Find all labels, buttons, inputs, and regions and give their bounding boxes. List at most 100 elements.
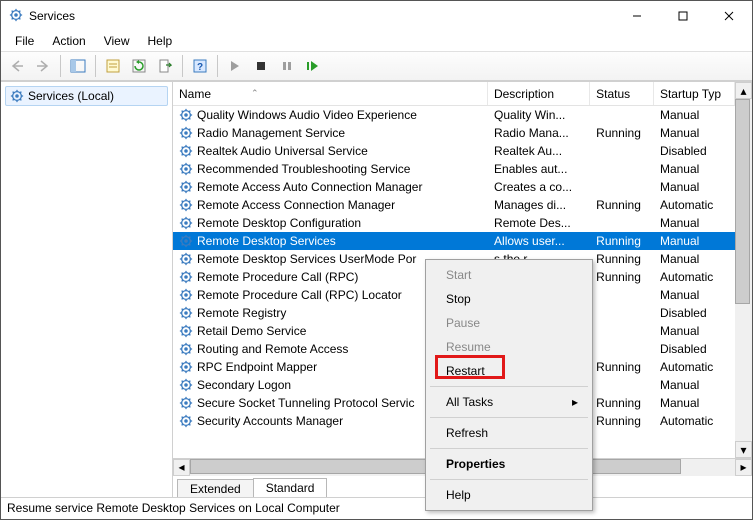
- service-status: Running: [590, 269, 654, 285]
- service-row[interactable]: Quality Windows Audio Video Experience Qu…: [173, 106, 735, 124]
- col-description[interactable]: Description: [488, 82, 590, 105]
- ctx-pause: Pause: [428, 311, 590, 335]
- service-status: Running: [590, 125, 654, 141]
- start-service-button[interactable]: [223, 54, 247, 78]
- menu-action[interactable]: Action: [44, 32, 93, 50]
- services-window: Services File Action View Help ? Service: [0, 0, 753, 520]
- service-startup: Manual: [654, 179, 735, 195]
- service-icon: [179, 108, 193, 122]
- service-icon: [179, 234, 193, 248]
- service-icon: [179, 270, 193, 284]
- scroll-right-arrow[interactable]: ▸: [735, 459, 752, 476]
- show-hide-tree-button[interactable]: [66, 54, 90, 78]
- service-row[interactable]: Remote Access Connection ManagerManages …: [173, 196, 735, 214]
- service-row[interactable]: Recommended Troubleshooting ServiceEnabl…: [173, 160, 735, 178]
- scroll-down-arrow[interactable]: ▾: [735, 441, 752, 458]
- service-startup: Manual: [654, 323, 735, 339]
- service-icon: [179, 180, 193, 194]
- vscroll-thumb[interactable]: [735, 99, 750, 304]
- titlebar[interactable]: Services: [1, 1, 752, 31]
- service-icon: [179, 252, 193, 266]
- col-status[interactable]: Status: [590, 82, 654, 105]
- service-startup: Automatic: [654, 269, 735, 285]
- forward-button[interactable]: [31, 54, 55, 78]
- service-status: [590, 312, 654, 314]
- export-button[interactable]: [153, 54, 177, 78]
- service-description: Remote Des...: [488, 215, 590, 231]
- service-description: Quality Win...: [488, 107, 590, 123]
- minimize-button[interactable]: [614, 1, 660, 31]
- ctx-resume: Resume: [428, 335, 590, 359]
- service-row[interactable]: Remote Desktop ServicesAllows user...Run…: [173, 232, 735, 250]
- stop-service-button[interactable]: [249, 54, 273, 78]
- service-name: Remote Access Auto Connection Manager: [197, 180, 422, 194]
- service-status: [590, 348, 654, 350]
- ctx-restart[interactable]: Restart: [428, 359, 590, 383]
- properties-button[interactable]: [101, 54, 125, 78]
- service-icon: [179, 306, 193, 320]
- col-startup-type[interactable]: Startup Typ: [654, 82, 735, 105]
- help-button[interactable]: ?: [188, 54, 212, 78]
- service-row[interactable]: Radio Management ServiceRadio Mana...Run…: [173, 124, 735, 142]
- list-header[interactable]: Name⌃ Description Status Startup Typ: [173, 82, 735, 106]
- scroll-left-arrow[interactable]: ◂: [173, 459, 190, 476]
- window-title: Services: [29, 9, 75, 23]
- maximize-button[interactable]: [660, 1, 706, 31]
- service-status: [590, 168, 654, 170]
- restart-service-button[interactable]: [301, 54, 325, 78]
- svg-text:?: ?: [197, 62, 203, 73]
- service-name: Remote Procedure Call (RPC) Locator: [197, 288, 402, 302]
- tab-standard[interactable]: Standard: [253, 478, 328, 497]
- submenu-arrow-icon: ▸: [572, 395, 578, 409]
- service-icon: [179, 414, 193, 428]
- pause-service-button[interactable]: [275, 54, 299, 78]
- toolbar: ?: [1, 51, 752, 81]
- service-status: Running: [590, 413, 654, 429]
- menu-help[interactable]: Help: [140, 32, 181, 50]
- ctx-help[interactable]: Help: [428, 483, 590, 507]
- service-row[interactable]: Remote Desktop Configuration Remote Des..…: [173, 214, 735, 232]
- service-row[interactable]: Realtek Audio Universal ServiceRealtek A…: [173, 142, 735, 160]
- service-startup: Manual: [654, 287, 735, 303]
- service-description: Creates a co...: [488, 179, 590, 195]
- close-button[interactable]: [706, 1, 752, 31]
- service-icon: [179, 288, 193, 302]
- service-startup: Automatic: [654, 359, 735, 375]
- back-button[interactable]: [5, 54, 29, 78]
- ctx-stop[interactable]: Stop: [428, 287, 590, 311]
- service-startup: Automatic: [654, 197, 735, 213]
- service-name: RPC Endpoint Mapper: [197, 360, 317, 374]
- service-startup: Automatic: [654, 413, 735, 429]
- ctx-refresh[interactable]: Refresh: [428, 421, 590, 445]
- service-icon: [179, 378, 193, 392]
- service-name: Radio Management Service: [197, 126, 345, 140]
- service-startup: Disabled: [654, 143, 735, 159]
- menu-file[interactable]: File: [7, 32, 42, 50]
- tree-services-local[interactable]: Services (Local): [5, 86, 168, 106]
- ctx-start: Start: [428, 263, 590, 287]
- service-name: Remote Desktop Services: [197, 234, 336, 248]
- menu-view[interactable]: View: [96, 32, 138, 50]
- sort-ascending-icon: ⌃: [251, 88, 259, 99]
- vertical-scrollbar[interactable]: ▴ ▾: [735, 82, 752, 458]
- service-name: Quality Windows Audio Video Experience: [197, 108, 417, 122]
- tab-extended[interactable]: Extended: [177, 479, 254, 497]
- col-name[interactable]: Name⌃: [173, 82, 488, 105]
- service-row[interactable]: Remote Access Auto Connection Manager Cre…: [173, 178, 735, 196]
- service-name: Routing and Remote Access: [197, 342, 348, 356]
- context-menu: Start Stop Pause Resume Restart All Task…: [425, 259, 593, 511]
- scroll-up-arrow[interactable]: ▴: [735, 82, 752, 99]
- ctx-all-tasks[interactable]: All Tasks▸: [428, 390, 590, 414]
- service-status: [590, 222, 654, 224]
- service-icon: [179, 216, 193, 230]
- service-status: Running: [590, 197, 654, 213]
- app-icon: [9, 8, 23, 25]
- service-name: Security Accounts Manager: [197, 414, 343, 428]
- service-status: Running: [590, 233, 654, 249]
- service-icon: [179, 198, 193, 212]
- ctx-properties[interactable]: Properties: [428, 452, 590, 476]
- console-tree[interactable]: Services (Local): [1, 82, 173, 497]
- service-name: Secure Socket Tunneling Protocol Servic: [197, 396, 414, 410]
- service-name: Remote Desktop Configuration: [197, 216, 361, 230]
- refresh-button[interactable]: [127, 54, 151, 78]
